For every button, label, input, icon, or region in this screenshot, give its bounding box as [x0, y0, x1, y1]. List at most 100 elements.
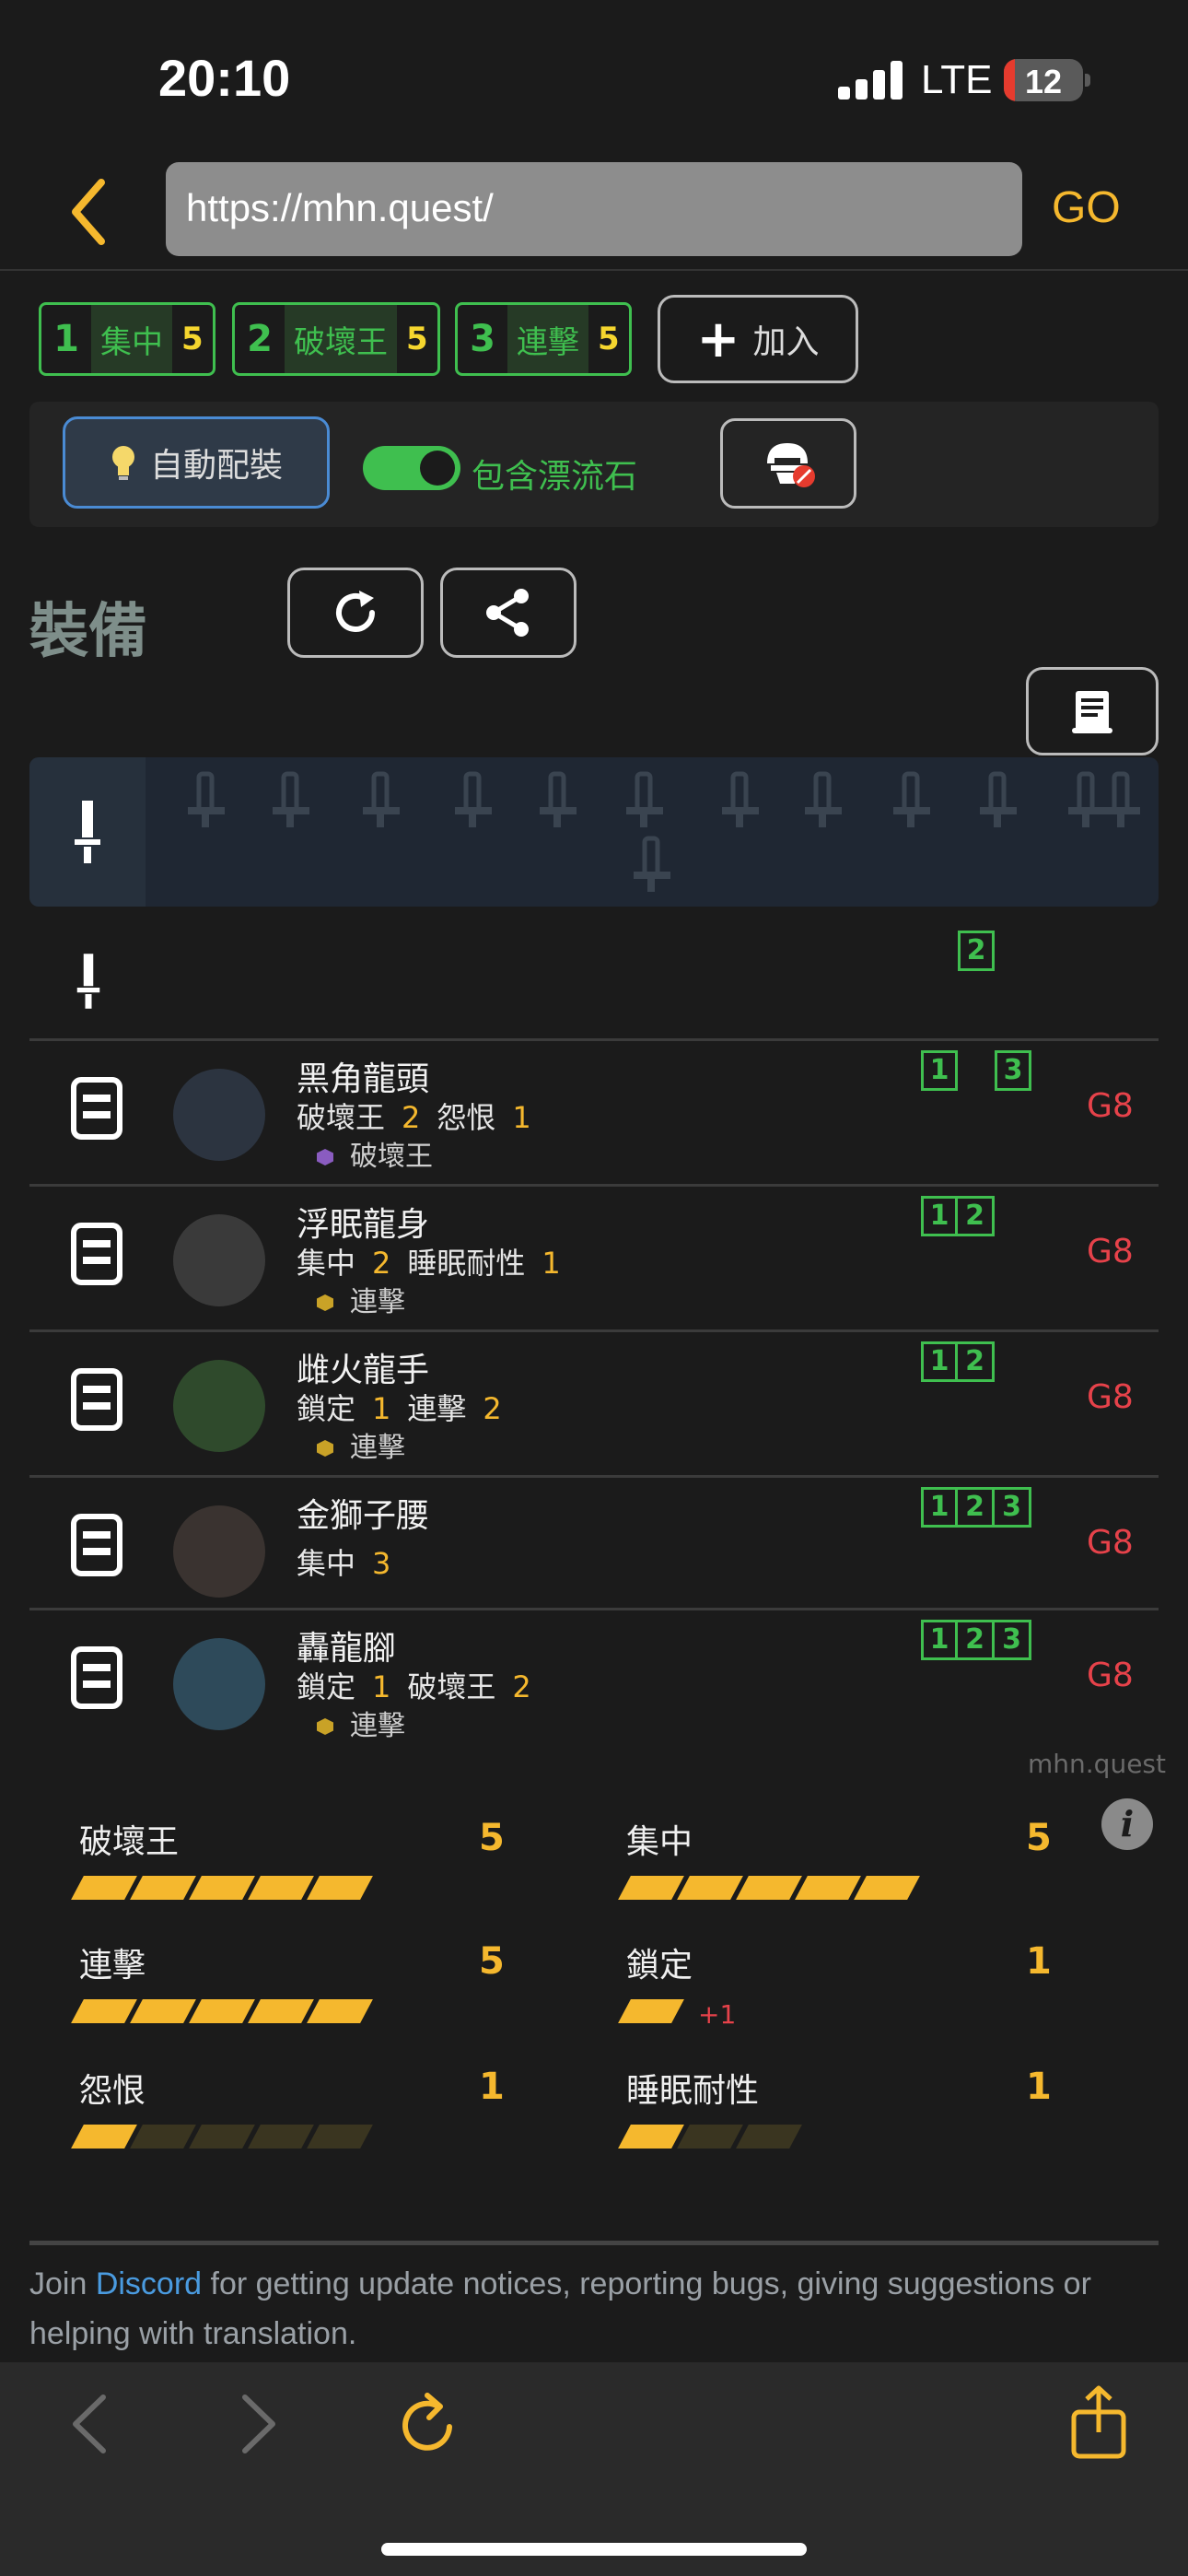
add-skill-button[interactable]: + 加入 [658, 295, 858, 383]
auto-build-button[interactable]: 自動配裝 [63, 416, 330, 509]
info-icon[interactable]: i [1101, 1798, 1153, 1850]
decoration-slot[interactable]: 2 [958, 931, 995, 971]
chip-name: 集中 [91, 305, 172, 373]
skill-chip[interactable]: 1 集中 5 [39, 302, 215, 376]
decoration-label: 連擊 [317, 1424, 405, 1465]
skill-summary-name: 破壞王 [79, 1823, 180, 1861]
lance-icon[interactable] [796, 770, 851, 833]
great-sword-icon [75, 801, 100, 863]
charge-blade-icon[interactable] [713, 770, 768, 833]
slot-group: 12 [921, 1196, 995, 1236]
level-segment [677, 2125, 743, 2149]
grade-label: G8 [1087, 1087, 1134, 1125]
armor-name[interactable]: 雌火龍手 [297, 1343, 429, 1391]
bow-icon[interactable] [971, 770, 1026, 833]
forward-icon[interactable] [236, 2392, 282, 2460]
decoration-slot[interactable]: 3 [995, 1050, 1031, 1091]
gunlance-icon[interactable] [884, 770, 939, 833]
decoration-slot[interactable]: 1 [921, 1341, 958, 1382]
decoration-slot[interactable]: 1 [921, 1050, 958, 1091]
armor-name[interactable]: 金獅子腰 [297, 1489, 429, 1537]
level-segment [189, 2125, 255, 2149]
skill-name: 集中 [297, 1546, 356, 1581]
weapon-type-selected[interactable] [29, 757, 146, 907]
level-segment [736, 1876, 802, 1900]
decoration-slot[interactable]: 2 [958, 1487, 995, 1528]
discord-link[interactable]: Discord [96, 2266, 202, 2301]
leg-armor-icon [55, 1636, 138, 1719]
skill-level-bar [71, 1876, 373, 1900]
level-segment [677, 1876, 743, 1900]
decoration-label: 破壞王 [317, 1133, 433, 1174]
decoration-slot[interactable]: 2 [958, 1341, 995, 1382]
decoration-slot[interactable]: 1 [921, 1196, 958, 1236]
decoration-slot[interactable]: 2 [958, 1620, 995, 1660]
skill-summary-level: 1 [1026, 2066, 1052, 2108]
hunting-horn-icon[interactable] [530, 770, 586, 833]
skill-summary-name: 集中 [626, 1823, 693, 1861]
decoration-slot[interactable]: 1 [921, 1487, 958, 1528]
refresh-button[interactable] [287, 568, 424, 658]
armor-name[interactable]: 浮眠龍身 [297, 1198, 429, 1246]
arm-armor-icon [55, 1358, 138, 1441]
skill-level: 1 [512, 1100, 531, 1135]
row-divider [29, 1475, 1159, 1478]
chip-number: 3 [470, 318, 495, 360]
skill-name: 連擊 [407, 1391, 467, 1426]
helm-armor-icon [55, 1067, 138, 1150]
decoration-label: 連擊 [317, 1279, 405, 1319]
skill-chip[interactable]: 3 連擊 5 [455, 302, 632, 376]
decoration-slot[interactable]: 1 [921, 1620, 958, 1660]
auto-build-label: 自動配裝 [149, 447, 283, 485]
status-time: 20:10 [158, 49, 291, 107]
weapon-icon [70, 949, 107, 1017]
url-input[interactable]: https://mhn.quest/ [166, 162, 1022, 256]
armor-skills: 破壞王 2 怨恨 1 [297, 1095, 548, 1137]
decoration-slot[interactable]: 3 [995, 1487, 1031, 1528]
armor-skills: 集中 3 [297, 1540, 407, 1583]
level-segment [307, 1999, 373, 2023]
share-page-icon[interactable] [1068, 2384, 1129, 2464]
refresh-icon [336, 591, 375, 632]
armor-name[interactable]: 轟龍腳 [297, 1622, 396, 1669]
back-chevron-icon[interactable] [66, 175, 122, 249]
level-segment [71, 1999, 137, 2023]
include-drift-stone-toggle[interactable] [363, 446, 460, 490]
signal-icon [838, 61, 904, 100]
back-icon[interactable] [66, 2392, 112, 2460]
decoration-slot[interactable]: 3 [995, 1620, 1031, 1660]
reload-icon[interactable] [396, 2386, 460, 2464]
level-segment [130, 1876, 196, 1900]
row-divider [29, 1038, 1159, 1041]
skill-level: 2 [512, 1669, 531, 1704]
chip-number: 1 [53, 318, 79, 360]
armor-name[interactable]: 黑角龍頭 [297, 1052, 429, 1100]
grade-label: G8 [1087, 1657, 1134, 1694]
long-sword-icon[interactable] [263, 770, 319, 833]
exclude-armor-button[interactable] [720, 418, 856, 509]
insect-glaive-icon[interactable] [617, 770, 672, 833]
heavy-bowgun-icon[interactable] [1094, 770, 1149, 833]
skill-level: 2 [483, 1391, 502, 1426]
decoration-list-button[interactable] [1026, 667, 1159, 755]
decoration-slot[interactable]: 2 [958, 1196, 995, 1236]
skill-chip[interactable]: 2 破壞王 5 [232, 302, 440, 376]
share-button[interactable] [440, 568, 577, 658]
row-divider [29, 1608, 1159, 1610]
skill-level: 1 [542, 1246, 561, 1281]
skill-name: 怨恨 [437, 1100, 496, 1135]
go-button[interactable]: GO [1052, 182, 1121, 233]
equipment-title: 裝備 [29, 598, 147, 666]
skill-summary-level: 1 [1026, 1940, 1052, 1983]
switch-axe-icon[interactable] [624, 835, 680, 897]
level-segment [130, 1999, 196, 2023]
dual-blades-icon[interactable] [446, 770, 501, 833]
sword-and-shield-icon[interactable] [179, 770, 234, 833]
hexagon-icon [317, 1149, 333, 1165]
level-segment [618, 1876, 684, 1900]
waist-armor-icon [55, 1504, 138, 1587]
hammer-icon[interactable] [354, 770, 409, 833]
level-segment [618, 1999, 684, 2023]
monster-icon [173, 1069, 265, 1161]
armor-skills: 鎖定 1 連擊 2 [297, 1386, 518, 1428]
